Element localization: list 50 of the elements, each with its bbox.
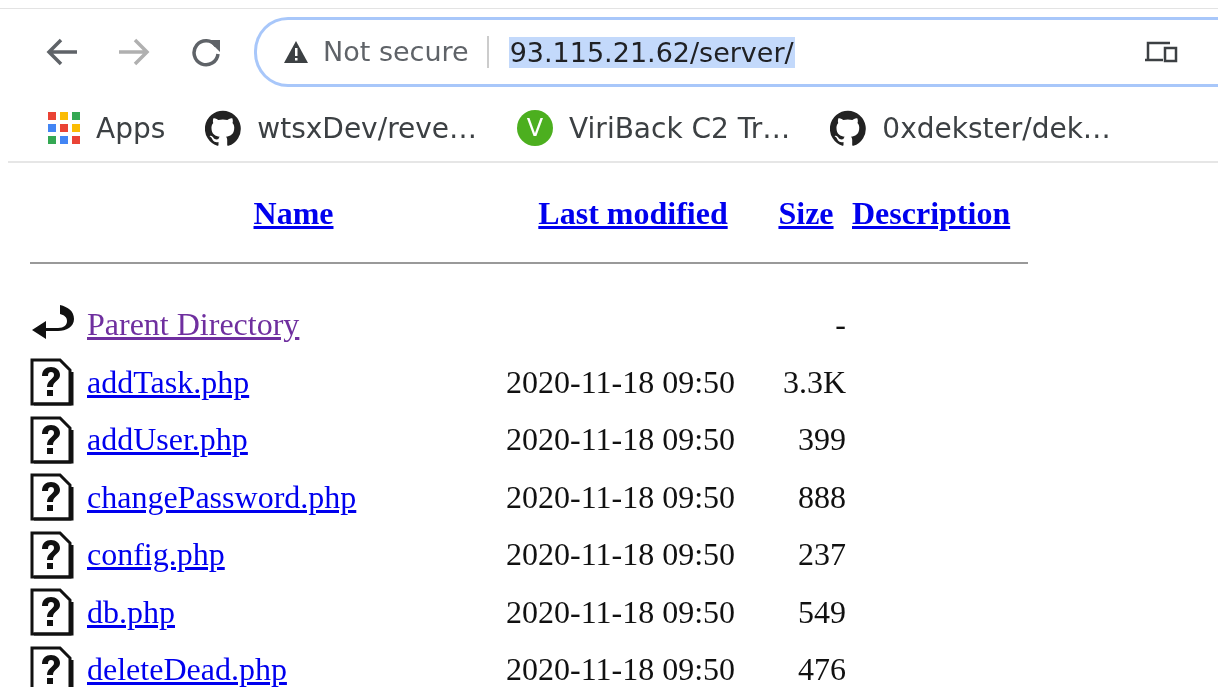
unknown-file-icon: [30, 530, 74, 579]
file-link[interactable]: addTask.php: [87, 363, 250, 400]
bookmark-label: 0xdekster/dek…: [882, 111, 1111, 145]
file-size: 888: [798, 478, 846, 516]
bookmark-label: wtsxDev/reve…: [257, 111, 478, 145]
security-label[interactable]: Not secure: [323, 36, 489, 68]
unknown-file-icon: [30, 588, 74, 637]
favicon-letter: V: [517, 110, 554, 146]
column-header-link[interactable]: Last modified: [538, 195, 728, 232]
modified-date: 2020-11-18 09:50: [505, 593, 735, 631]
modified-date: 2020-11-18 09:50: [505, 478, 735, 516]
file-size: 3.3K: [782, 363, 846, 401]
file-link[interactable]: db.php: [87, 593, 175, 630]
github-icon: [205, 110, 242, 146]
unknown-file-icon: [30, 358, 74, 407]
modified-date: 2020-11-18 09:50: [505, 651, 735, 687]
file-link[interactable]: deleteDead.php: [87, 651, 287, 687]
warning-icon: [283, 40, 309, 64]
apps-grid-icon: [48, 112, 80, 144]
device-icon: [1144, 39, 1178, 65]
bookmark-label: ViriBack C2 Tr…: [569, 111, 791, 145]
address-bar[interactable]: Not secure 93.115.21.62/server/: [254, 17, 1218, 87]
reload-icon: [190, 36, 222, 68]
file-size: 399: [798, 421, 846, 459]
modified-date: 2020-11-18 09:50: [505, 536, 735, 574]
column-header-link[interactable]: Size: [778, 195, 834, 232]
file-size: -: [835, 306, 846, 344]
file-size: 237: [798, 536, 846, 574]
bookmark-item[interactable]: wtsxDev/reve…: [205, 110, 478, 146]
github-icon: [830, 110, 867, 146]
file-size: 476: [798, 651, 846, 687]
column-header-link[interactable]: Name: [253, 195, 334, 232]
column-header-link[interactable]: Description: [846, 195, 1011, 232]
file-link[interactable]: config.php: [87, 536, 225, 572]
file-link[interactable]: addUser.php: [87, 421, 248, 457]
bookmark-item[interactable]: V ViriBack C2 Tr…: [517, 110, 791, 146]
file-link[interactable]: changePassword.php: [87, 478, 357, 515]
unknown-file-icon: [30, 473, 74, 522]
bookmark-label: Apps: [96, 111, 166, 145]
forward-arrow-icon: [117, 37, 151, 67]
unknown-file-icon: [30, 415, 74, 464]
unknown-file-icon: [30, 645, 74, 687]
bookmark-item[interactable]: 0xdekster/dek…: [830, 110, 1111, 146]
file-size: 549: [798, 593, 846, 631]
url-text: 93.115.21.62/server/: [508, 36, 795, 68]
modified-date: 2020-11-18 09:50: [505, 421, 735, 459]
back-arrow-icon: [45, 37, 79, 67]
modified-date: 2020-11-18 09:50: [505, 363, 735, 401]
file-link[interactable]: Parent Directory: [87, 306, 300, 342]
bookmark-item[interactable]: Apps: [48, 111, 166, 145]
